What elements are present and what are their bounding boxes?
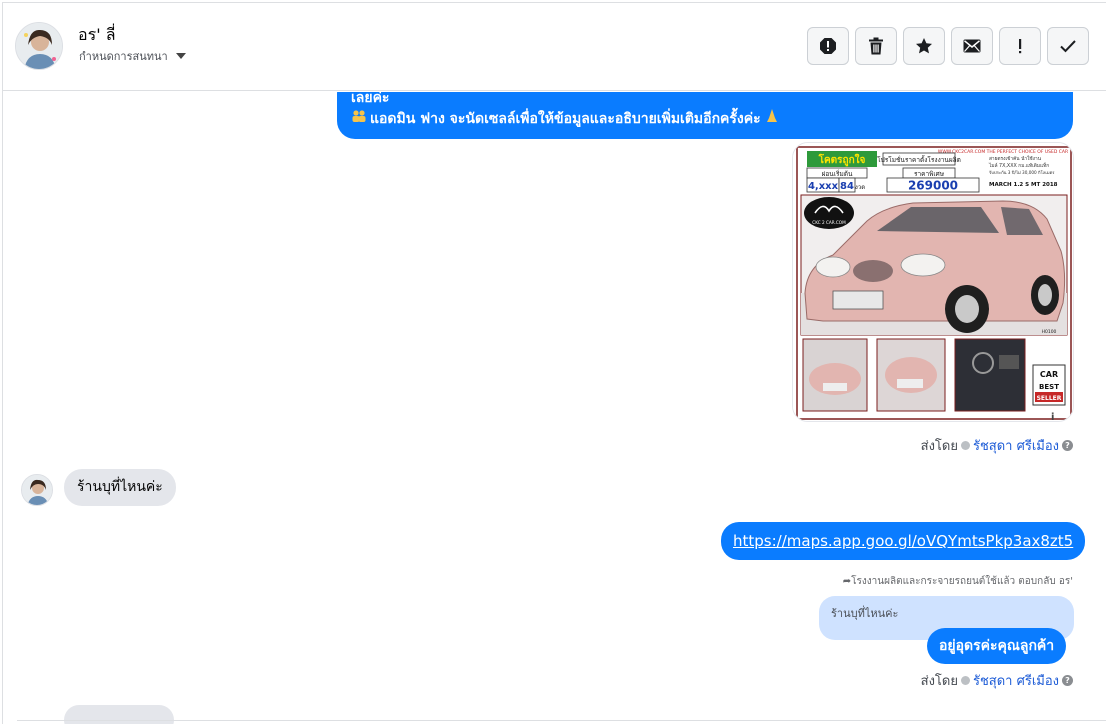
conversation-header: อร' ลี่ กำหนดการสนทนา	[3, 3, 1106, 91]
message-text: เลยค่ะ	[351, 92, 390, 106]
ad-logo: CKC 2 CAR.COM	[812, 220, 846, 225]
incoming-message-bubble[interactable]: ร้านบุที่ไหนค่ะ	[64, 469, 176, 506]
agent-avatar-icon	[960, 441, 970, 450]
assign-conversation-dropdown[interactable]: กำหนดการสนทนา	[79, 47, 186, 65]
ad-thumbnail-interior	[954, 338, 1026, 412]
ad-down-label: ผ่อนเริ่มต้น	[822, 169, 853, 178]
svg-text:SELLER: SELLER	[1037, 395, 1062, 402]
ad-tag-text: โคตรถูกใจ	[818, 153, 866, 167]
exclamation-icon	[1019, 39, 1022, 54]
sent-by-line: ส่งโดย รัชสุดา ศรีเมือง ?	[921, 670, 1073, 691]
sent-by-agent-name[interactable]: รัชสุดา ศรีเมือง	[973, 670, 1059, 691]
delete-button[interactable]	[855, 27, 897, 65]
ad-specs-3: รับประกัน 3 ปี/ไม่ 30,000 กิโลเมตร	[989, 169, 1055, 175]
ad-best-seller-badge: CAR BEST SELLER	[1032, 364, 1066, 406]
sent-by-label: ส่งโดย	[920, 439, 958, 454]
follow-up-button[interactable]	[999, 27, 1041, 65]
conversation-actions	[807, 27, 1089, 65]
ad-thumbnail-front	[802, 338, 868, 412]
sent-by-label: ส่งโดย	[920, 674, 958, 689]
people-emoji-icon	[351, 109, 367, 130]
star-button[interactable]	[903, 27, 945, 65]
maps-link-bubble[interactable]: https://maps.app.goo.gl/oVQYmtsPkp3ax8zt…	[721, 522, 1086, 560]
star-icon	[916, 38, 932, 54]
mark-unread-button[interactable]	[951, 27, 993, 65]
pray-emoji-icon	[766, 109, 778, 130]
spam-alert-icon	[820, 38, 836, 54]
message-text: แอดมิน ฟาง จะนัดเซลล์เพื่อให้ข้อมูลและอธ…	[370, 111, 761, 127]
outgoing-reply-bubble[interactable]: อยู่อุดรค่ะคุณลูกค้า	[927, 628, 1067, 664]
image-info-icon[interactable]: i	[1051, 412, 1054, 423]
ad-promo-title: โปรโมชั่นราคาตั้งโรงงานผลิต	[877, 155, 961, 164]
contact-avatar-small[interactable]	[21, 474, 53, 506]
mark-done-button[interactable]	[1047, 27, 1089, 65]
sent-by-agent-name[interactable]: รัชสุดา ศรีเมือง	[973, 435, 1059, 456]
ad-months: 84	[840, 181, 854, 192]
composer-divider	[17, 720, 1106, 721]
message-text-line: แอดมิน ฟาง จะนัดเซลล์เพื่อให้ข้อมูลและอธ…	[351, 109, 1059, 130]
svg-text:BEST: BEST	[1039, 383, 1059, 391]
ad-model: MARCH 1.2 S MT 2018	[989, 182, 1058, 188]
ad-months-unit: งวด	[855, 184, 865, 191]
reply-context-note: ➦โรงงานผลิตและกระจายรถยนต์ใช้แล้ว ตอบกลั…	[842, 576, 1073, 587]
ad-installment: 4,xxx	[808, 181, 839, 192]
ad-thumbnail-rear	[876, 338, 946, 412]
incoming-message-bubble-partial[interactable]	[64, 705, 174, 724]
ad-price: 269000	[908, 179, 958, 193]
mark-spam-button[interactable]	[807, 27, 849, 65]
outgoing-message-bubble[interactable]: เลยค่ะ แอดมิน ฟาง จะนัดเซลล์เพื่อให้ข้อม…	[337, 92, 1073, 139]
ad-stock-code: H0100	[1042, 329, 1057, 335]
contact-name: อร' ลี่	[78, 25, 116, 44]
agent-avatar-icon	[960, 676, 970, 685]
assign-label: กำหนดการสนทนา	[79, 50, 168, 63]
sent-by-line: ส่งโดย รัชสุดา ศรีเมือง ?	[921, 435, 1073, 456]
help-icon[interactable]: ?	[1062, 440, 1073, 451]
contact-avatar[interactable]	[15, 22, 63, 70]
conversation-panel: อร' ลี่ กำหนดการสนทนา เลยค่ะ แอดมิน ฟาง …	[2, 2, 1106, 724]
chevron-down-icon	[175, 53, 186, 59]
help-icon[interactable]: ?	[1062, 675, 1073, 686]
ad-price-label: ราคาพิเศษ	[914, 170, 945, 178]
checkmark-icon	[1060, 40, 1076, 53]
car-ad-image[interactable]: โคตรถูกใจ WWW.CKC2CAR.COM THE PERFECT CH…	[792, 142, 1074, 422]
mail-icon	[963, 39, 981, 53]
message-thread[interactable]: เลยค่ะ แอดมิน ฟาง จะนัดเซลล์เพื่อให้ข้อม…	[3, 92, 1106, 724]
ad-site-text: WWW.CKC2CAR.COM THE PERFECT CHOICE OF US…	[938, 149, 1068, 155]
ad-specs-1: สายตรงเข้าคัน นำใช้งาน	[989, 155, 1042, 162]
trash-icon	[869, 37, 883, 55]
svg-text:CAR: CAR	[1040, 370, 1058, 379]
reply-arrow-icon: ➦	[842, 576, 852, 587]
